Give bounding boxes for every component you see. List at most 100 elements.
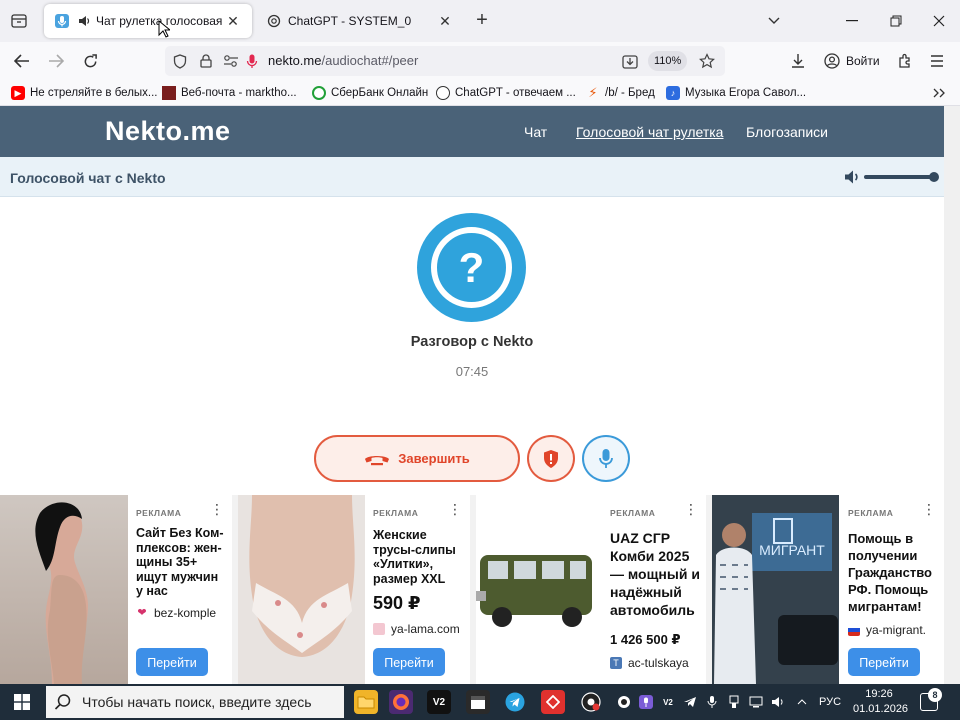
zoom-indicator[interactable]: 110% — [648, 51, 688, 71]
firefox-icon[interactable] — [389, 690, 413, 714]
downloads-icon[interactable] — [785, 48, 811, 74]
ad-card[interactable]: РЕКЛАМА ⋮ UAZ СГР Комби 2025 — мощный и … — [476, 495, 706, 684]
reload-icon[interactable] — [77, 48, 103, 74]
ads-strip: РЕКЛАМА ⋮ Сайт Без Ком-плексов: жен-щины… — [0, 495, 944, 684]
tray-telegram-icon[interactable] — [683, 695, 697, 709]
file-explorer-icon[interactable] — [354, 690, 378, 714]
save-to-pocket-icon[interactable] — [622, 53, 638, 69]
sign-in-label: Войти — [846, 54, 880, 68]
chat-subheader: Голосовой чат с Nekto — [0, 157, 944, 197]
ad-card[interactable]: РЕКЛАМА ⋮ Женские трусы-слипы «Улитки», … — [238, 495, 470, 684]
volume-slider-handle[interactable] — [929, 172, 939, 182]
window-close-icon[interactable] — [926, 8, 952, 34]
site-logo[interactable]: Nekto.me — [105, 116, 231, 147]
chatgpt-favicon-icon — [266, 13, 282, 29]
browser-tab-bar: Чат рулетка голосовая — ✕ ChatGPT - SYST… — [0, 0, 960, 42]
ad-image — [476, 495, 602, 684]
dealer-icon: T — [610, 657, 622, 669]
tab-list-icon[interactable] — [8, 10, 30, 32]
tab-nekto[interactable]: Чат рулетка голосовая — ✕ — [44, 4, 252, 38]
ad-image-text: МИГРАНТ — [759, 542, 825, 558]
bookmark-item[interactable]: ▶ Не стреляйте в белых... — [11, 85, 158, 101]
page-scrollbar[interactable] — [944, 106, 960, 684]
bookmark-item[interactable]: Веб-почта - marktho... — [162, 85, 297, 101]
ad-menu-icon[interactable]: ⋮ — [922, 502, 936, 516]
ad-label: РЕКЛАМА — [848, 508, 894, 518]
tray-network-icon[interactable] — [749, 695, 763, 709]
tray-chevron-up-icon[interactable] — [795, 695, 809, 709]
permissions-icon[interactable] — [223, 53, 239, 69]
russian-flag-icon — [848, 624, 860, 636]
notification-center-icon[interactable]: 8 — [920, 688, 942, 711]
lock-icon[interactable] — [198, 53, 214, 69]
taskbar-search-box[interactable]: Чтобы начать поиск, введите здесь — [46, 686, 344, 718]
back-arrow-icon[interactable] — [9, 48, 35, 74]
lightning-icon: ⚡ — [588, 85, 598, 100]
ad-title: Сайт Без Ком-плексов: жен-щины 35+ ищут … — [136, 526, 224, 598]
tray-usb-icon[interactable] — [727, 695, 741, 709]
close-icon[interactable]: ✕ — [436, 12, 454, 30]
volume-icon[interactable] — [843, 168, 861, 186]
anydesk-icon[interactable] — [541, 690, 565, 714]
taskbar-clock[interactable]: 19:26 01.01.2026 — [853, 687, 908, 717]
bookmark-label: Веб-почта - marktho... — [181, 87, 297, 99]
v2-app-icon[interactable]: V2 — [427, 690, 451, 714]
close-icon[interactable]: ✕ — [224, 12, 242, 30]
ad-label: РЕКЛАМА — [136, 508, 182, 518]
nav-link-blog[interactable]: Блогозаписи — [746, 124, 828, 140]
ad-price: 1 426 500 ₽ — [610, 632, 681, 647]
telegram-icon[interactable] — [503, 690, 527, 714]
tray-mic-icon[interactable] — [705, 695, 719, 709]
language-indicator[interactable]: РУС — [819, 696, 841, 708]
end-call-label: Завершить — [398, 451, 470, 466]
ad-menu-icon[interactable]: ⋮ — [684, 502, 698, 516]
windows-start-icon[interactable] — [14, 694, 30, 710]
bookmark-star-icon[interactable] — [699, 53, 715, 69]
bookmark-item[interactable]: ChatGPT - отвечаем ... — [436, 85, 576, 101]
tray-v2-icon[interactable]: V2 — [661, 695, 675, 709]
extensions-puzzle-icon[interactable] — [892, 48, 918, 74]
hang-up-phone-icon — [365, 455, 390, 465]
tracking-shield-icon[interactable] — [172, 53, 188, 69]
tray-volume-icon[interactable] — [771, 695, 785, 709]
bookmark-item[interactable]: СберБанк Онлайн — [312, 85, 428, 101]
bookmark-item[interactable]: ♪ Музыка Егора Савол... — [666, 85, 806, 101]
tab-chatgpt[interactable]: ChatGPT - SYSTEM_0 ✕ — [256, 4, 464, 38]
ad-go-button[interactable]: Перейти — [373, 648, 445, 676]
forward-arrow-icon[interactable] — [43, 48, 69, 74]
report-button[interactable] — [527, 435, 575, 482]
volume-slider-track[interactable] — [864, 175, 934, 179]
bookmark-label: /b/ - Бред — [605, 87, 655, 99]
windows-taskbar: Чтобы начать поиск, введите здесь V2 V2 — [0, 684, 960, 720]
nav-link-voice-roulette[interactable]: Голосовой чат рулетка — [576, 124, 723, 140]
microphone-toggle-button[interactable] — [582, 435, 630, 482]
speaker-icon[interactable] — [76, 13, 92, 29]
ad-menu-icon[interactable]: ⋮ — [210, 502, 224, 516]
bookmark-label: Не стреляйте в белых... — [30, 87, 158, 99]
bookmark-item[interactable]: ⚡ /b/ - Бред — [586, 85, 655, 101]
sign-in-button[interactable]: Войти — [818, 46, 886, 76]
site-header: Nekto.me Чат Голосовой чат рулетка Блого… — [0, 106, 944, 157]
ad-menu-icon[interactable]: ⋮ — [448, 502, 462, 516]
hamburger-menu-icon[interactable] — [924, 48, 950, 74]
ad-go-button[interactable]: Перейти — [136, 648, 208, 676]
end-call-button[interactable]: Завершить — [314, 435, 520, 482]
ad-card[interactable]: МИГРАНТ РЕКЛАМА ⋮ Помощь в получении Гра… — [712, 495, 944, 684]
ad-domain: ya-lama.com — [373, 622, 460, 636]
tray-app-icon[interactable] — [617, 695, 631, 709]
list-all-tabs-chevron-icon[interactable] — [761, 8, 787, 34]
new-tab-plus-icon[interactable]: + — [471, 10, 493, 32]
more-bookmarks-chevron-icon[interactable] — [933, 85, 945, 101]
address-bar[interactable]: nekto.me/audiochat#/peer 110% — [165, 46, 725, 76]
obs-record-icon[interactable] — [579, 690, 603, 714]
tray-microphone-icon[interactable] — [639, 695, 653, 709]
url-text[interactable]: nekto.me/audiochat#/peer — [268, 53, 418, 68]
restore-icon[interactable] — [883, 8, 909, 34]
conversation-title: Разговор с Nekto — [410, 334, 534, 350]
ad-go-button[interactable]: Перейти — [848, 648, 920, 676]
calendar-icon[interactable] — [466, 690, 490, 714]
microphone-active-icon[interactable] — [244, 53, 260, 69]
ad-card[interactable]: РЕКЛАМА ⋮ Сайт Без Ком-плексов: жен-щины… — [0, 495, 232, 684]
minimize-icon[interactable] — [839, 8, 865, 34]
nav-link-chat[interactable]: Чат — [524, 124, 547, 140]
